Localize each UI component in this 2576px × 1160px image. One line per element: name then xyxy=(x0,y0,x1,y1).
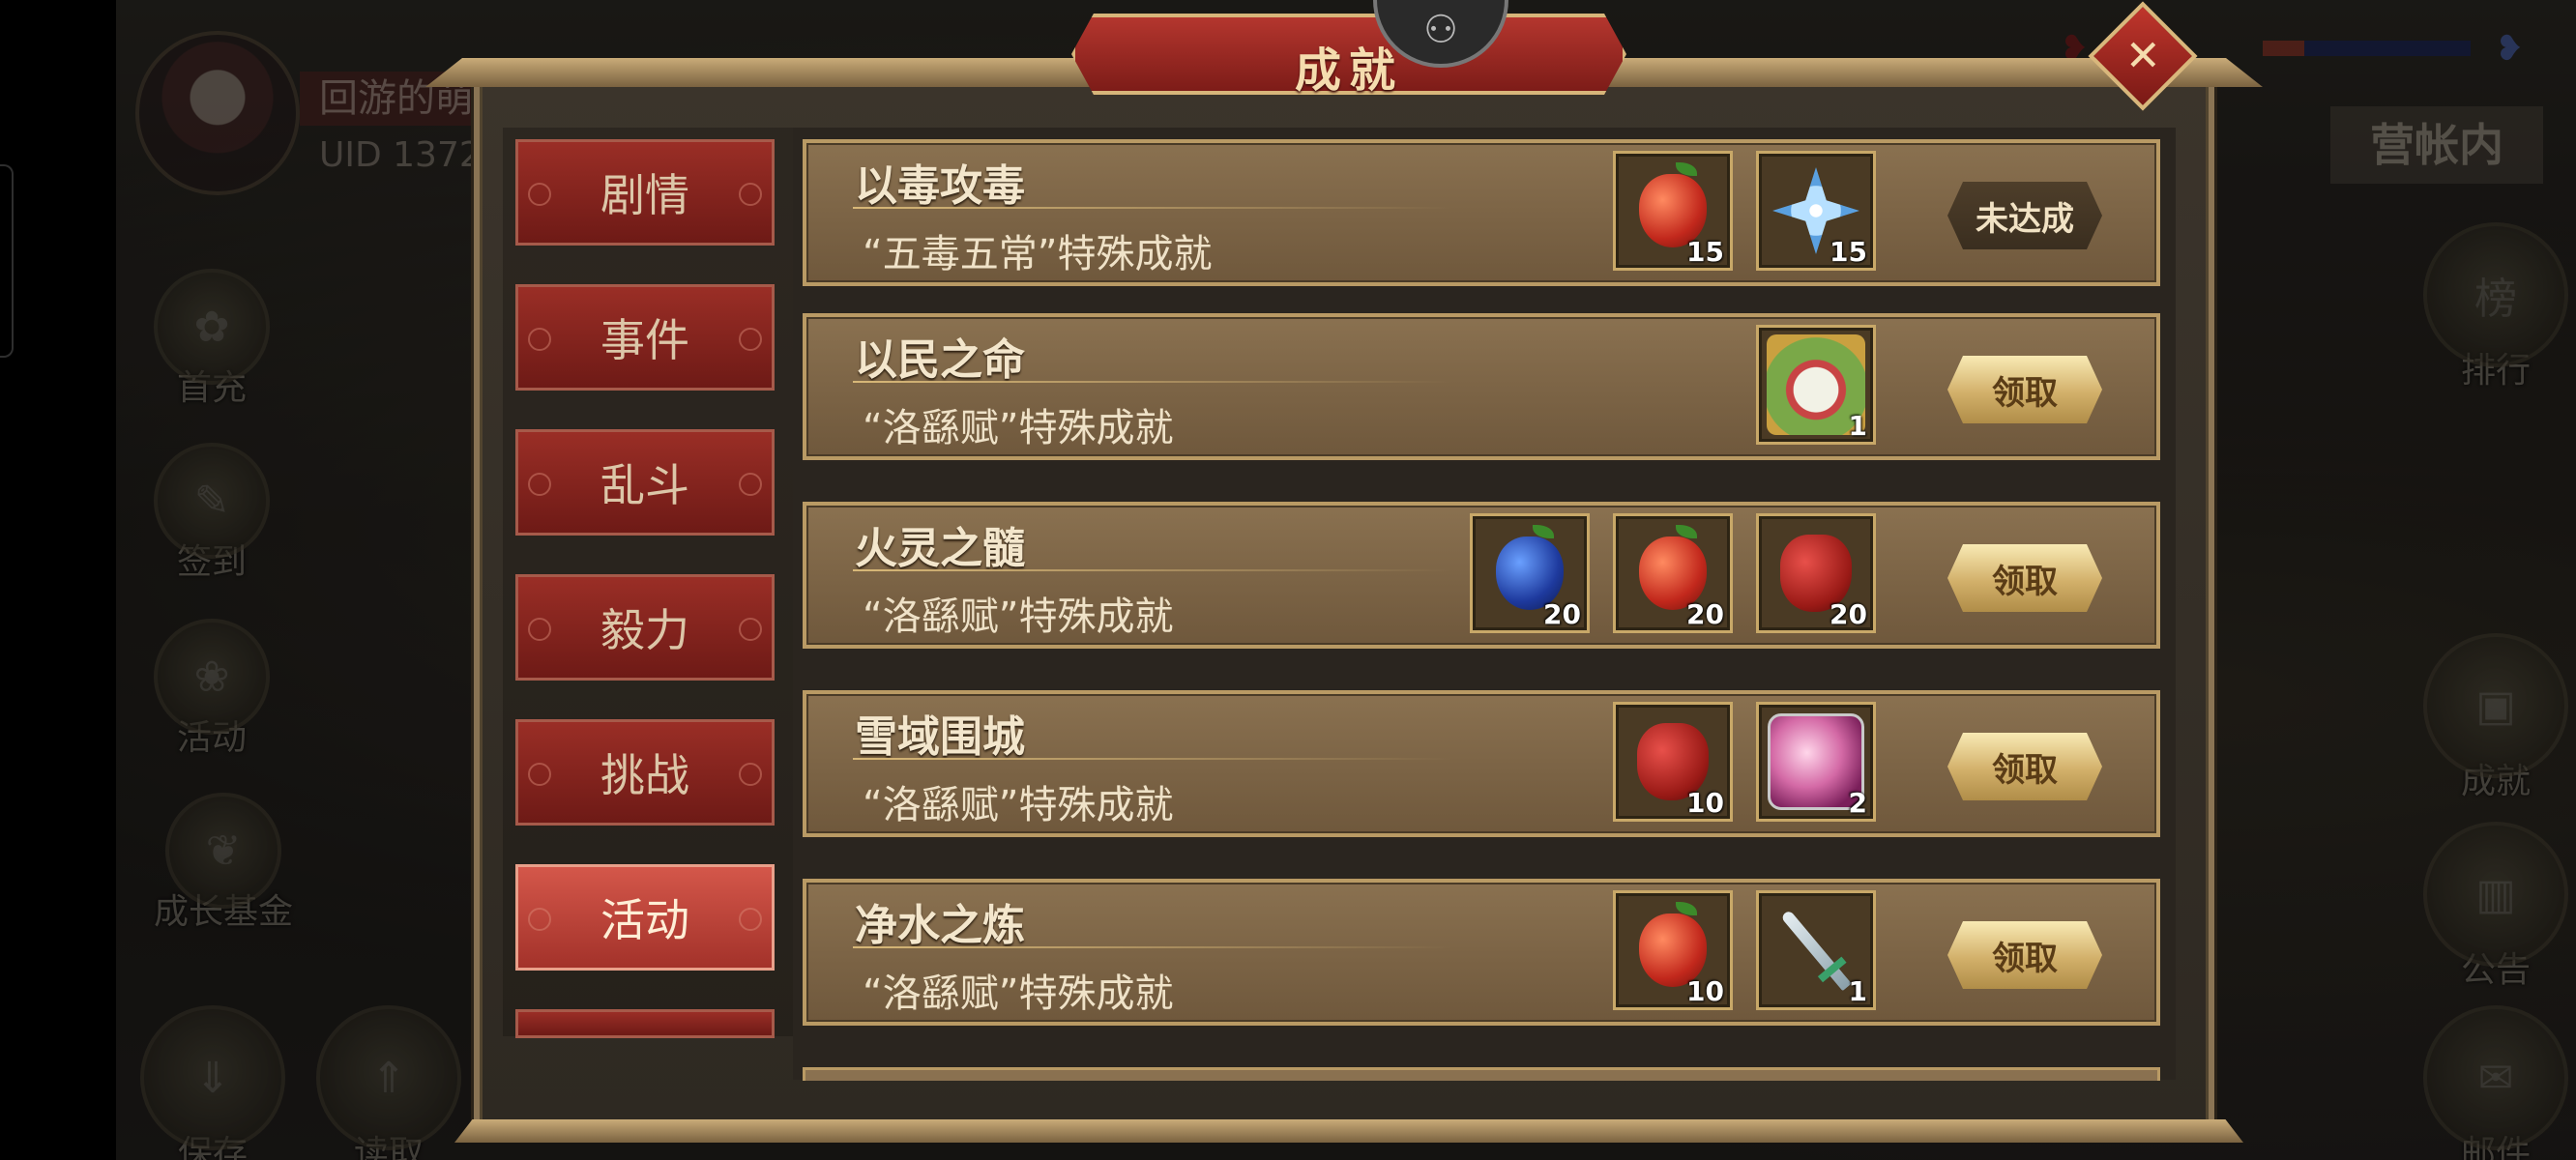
reward-qty: 15 xyxy=(1686,236,1724,268)
achievement-desc: “洛繇赋”特殊成就 xyxy=(863,972,1174,1016)
claim-button[interactable]: 领取 xyxy=(1947,356,2102,423)
reward-slot[interactable]: 10 xyxy=(1613,890,1733,1010)
close-icon: ✕ xyxy=(2124,31,2161,80)
divider xyxy=(853,569,1452,571)
tab-next-partial[interactable] xyxy=(515,1009,775,1038)
claim-button[interactable]: 领取 xyxy=(1947,544,2102,612)
reward-slot[interactable]: 20 xyxy=(1470,513,1590,633)
divider xyxy=(853,381,1452,383)
reward-slot[interactable]: 1 xyxy=(1756,325,1876,445)
dialog-bottom-frame xyxy=(454,1119,2243,1143)
divider xyxy=(853,946,1452,948)
reward-qty: 20 xyxy=(1543,598,1581,630)
achievement-desc: “洛繇赋”特殊成就 xyxy=(863,406,1174,450)
tab-activity[interactable]: 活动 xyxy=(515,864,775,971)
achievement-name: 以毒攻毒 xyxy=(855,161,1025,211)
tab-brawl[interactable]: 乱斗 xyxy=(515,429,775,536)
reward-qty: 2 xyxy=(1848,787,1867,819)
reward-qty: 10 xyxy=(1686,787,1724,819)
achievement-name: 净水之炼 xyxy=(855,901,1025,950)
claim-button[interactable]: 领取 xyxy=(1947,733,2102,800)
tab-event[interactable]: 事件 xyxy=(515,284,775,391)
reward-qty: 15 xyxy=(1830,236,1867,268)
not-achieved-button[interactable]: 未达成 xyxy=(1947,182,2102,249)
reward-slot[interactable]: 2 xyxy=(1756,702,1876,822)
claim-button[interactable]: 领取 xyxy=(1947,921,2102,989)
reward-qty: 1 xyxy=(1848,410,1867,442)
reward-slot[interactable]: 15 xyxy=(1756,151,1876,271)
achievement-row: 净水之炼 “洛繇赋”特殊成就 10 1 领取 xyxy=(803,879,2160,1026)
reward-slot[interactable]: 20 xyxy=(1613,513,1733,633)
achievement-desc: “五毒五常”特殊成就 xyxy=(863,232,1213,276)
reward-slot[interactable]: 10 xyxy=(1613,702,1733,822)
achievement-row: 以毒攻毒 “五毒五常”特殊成就 15 15 未达成 xyxy=(803,139,2160,286)
reward-slot[interactable]: 15 xyxy=(1613,151,1733,271)
dialog-title-plate: 成就 xyxy=(1071,14,1626,95)
tab-perseverance[interactable]: 毅力 xyxy=(515,574,775,681)
divider xyxy=(853,758,1452,760)
achievement-name: 火灵之髓 xyxy=(855,524,1025,573)
achievement-desc: “洛繇赋”特殊成就 xyxy=(863,783,1174,827)
category-tabs: 剧情 事件 乱斗 毅力 挑战 活动 xyxy=(515,139,776,1077)
achievement-row-partial xyxy=(803,1067,2160,1081)
reward-qty: 10 xyxy=(1686,975,1724,1007)
reward-slot[interactable]: 20 xyxy=(1756,513,1876,633)
achievement-row: 火灵之髓 “洛繇赋”特殊成就 20 20 20 领取 xyxy=(803,502,2160,649)
reward-qty: 1 xyxy=(1848,975,1867,1007)
tab-story[interactable]: 剧情 xyxy=(515,139,775,246)
tab-challenge[interactable]: 挑战 xyxy=(515,719,775,826)
reward-slot[interactable]: 1 xyxy=(1756,890,1876,1010)
achievement-row: 雪域围城 “洛繇赋”特殊成就 10 2 领取 xyxy=(803,690,2160,837)
reward-qty: 20 xyxy=(1686,598,1724,630)
jade-sword-icon xyxy=(1780,909,1852,992)
divider xyxy=(853,207,1452,209)
achievement-row: 以民之命 “洛繇赋”特殊成就 1 领取 xyxy=(803,313,2160,460)
achievement-desc: “洛繇赋”特殊成就 xyxy=(863,594,1174,639)
achievement-name: 雪域围城 xyxy=(855,712,1025,762)
achievement-name: 以民之命 xyxy=(855,335,1025,385)
reward-qty: 20 xyxy=(1830,598,1867,630)
